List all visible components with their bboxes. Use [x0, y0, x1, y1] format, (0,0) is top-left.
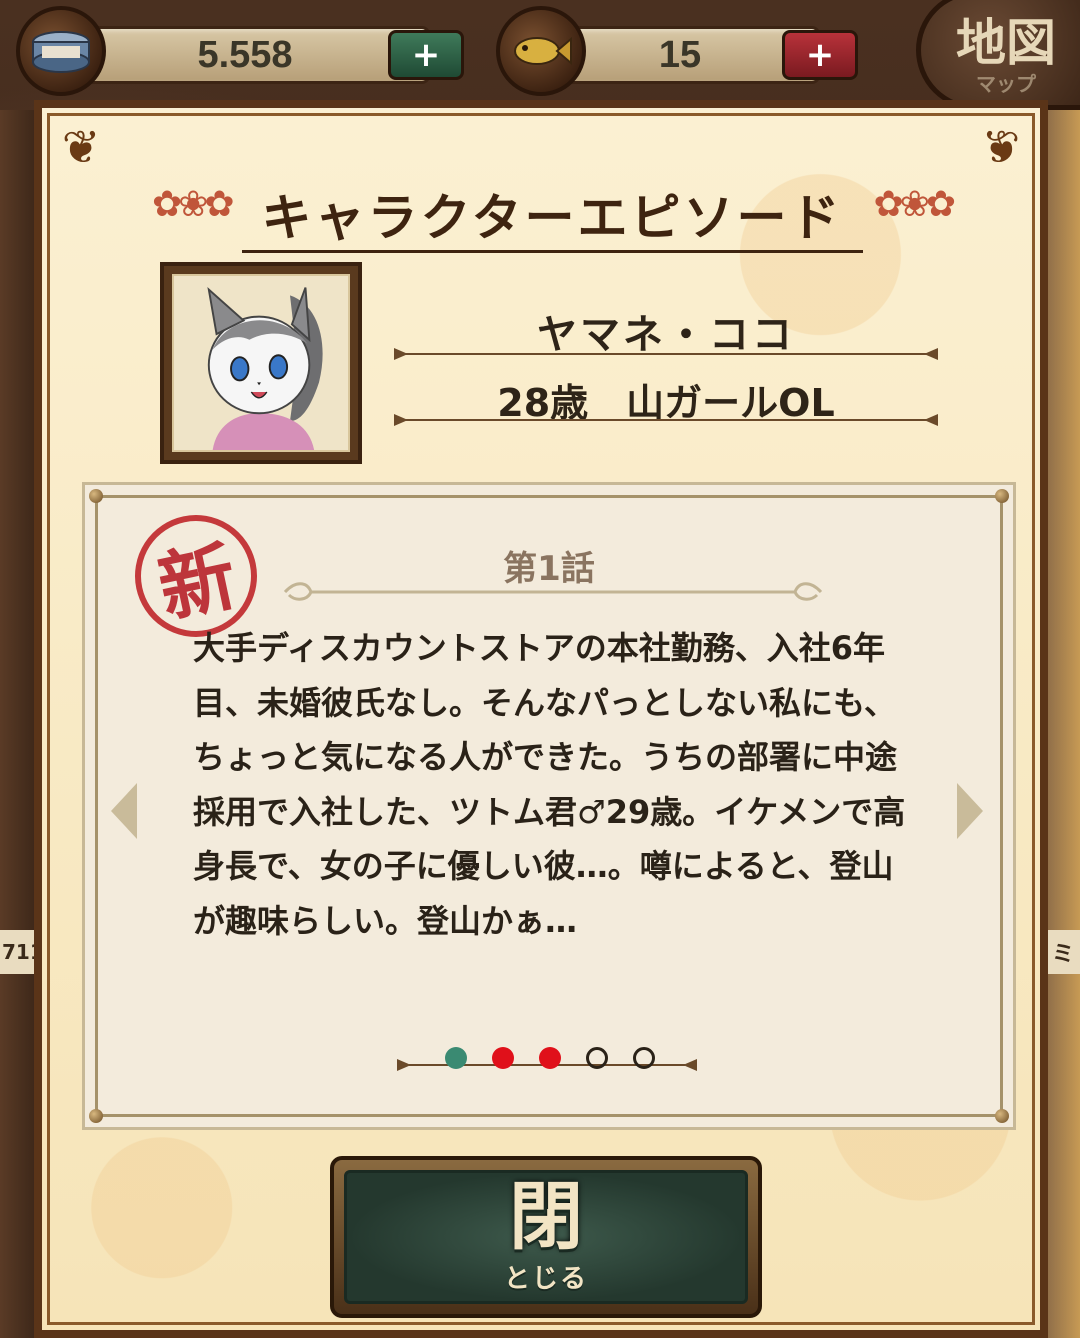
background-left-panel — [0, 110, 38, 1338]
map-button-label: 地図 — [956, 12, 1056, 72]
buy-tuna-button[interactable]: + — [388, 30, 464, 80]
previous-episode-arrow[interactable] — [111, 783, 137, 839]
background-right-label: ミ — [1044, 930, 1080, 974]
tuna-can-icon — [16, 6, 106, 96]
map-button-sublabel: マップ — [976, 71, 1036, 96]
corner-ornament-icon: ❦ — [61, 120, 101, 174]
character-portrait-frame — [160, 262, 362, 464]
character-episode-dialog: ❦ ❦ ✿❀✿ キャラクターエピソード ✿❀✿ ヤマネ・ココ 28歳 山ガールO… — [34, 100, 1048, 1338]
fish-icon — [496, 6, 586, 96]
arrow-divider — [394, 348, 938, 360]
pager-dot-1[interactable] — [445, 1047, 467, 1069]
close-button-face: 閉 とじる — [344, 1170, 748, 1304]
rivet-icon — [995, 1109, 1009, 1123]
episode-text: 大手ディスカウントストアの本社勤務、入社6年目、未婚彼氏なし。そんなパっとしない… — [193, 629, 906, 940]
character-portrait — [172, 274, 350, 452]
pager-dot-4[interactable] — [586, 1047, 608, 1069]
corner-ornament-icon: ❦ — [981, 120, 1021, 174]
dialog-header: ✿❀✿ キャラクターエピソード ✿❀✿ — [152, 170, 956, 260]
arrow-divider — [394, 414, 938, 426]
flower-ornament-icon: ✿❀✿ — [152, 184, 234, 225]
pager-dot-3[interactable] — [539, 1047, 561, 1069]
background-right-panel — [1044, 110, 1080, 1338]
episode-card: 新 第1話 大手ディスカウントストアの本社勤務、入社6年目、未婚彼氏なし。そんな… — [82, 482, 1016, 1130]
close-button[interactable]: 閉 とじる — [330, 1156, 762, 1318]
flower-ornament-icon: ✿❀✿ — [873, 184, 956, 225]
tuna-counter: 5.558 — [60, 26, 430, 84]
resource-bar: 5.558 + 15 + 地図 マップ — [0, 0, 1080, 110]
next-episode-arrow[interactable] — [957, 783, 983, 839]
map-button[interactable]: 地図 マップ — [916, 0, 1080, 110]
close-button-label: とじる — [503, 1263, 588, 1294]
rivet-icon — [995, 489, 1009, 503]
dialog-title: キャラクターエピソード — [241, 178, 863, 253]
episode-divider — [283, 582, 823, 601]
background-left-label: 711 — [0, 930, 38, 974]
tuna-count: 5.558 — [197, 33, 293, 76]
buy-fish-button[interactable]: + — [782, 30, 858, 80]
close-button-kanji: 閉 — [509, 1173, 583, 1260]
rivet-icon — [89, 1109, 103, 1123]
pager-dot-5[interactable] — [633, 1047, 655, 1069]
rivet-icon — [89, 489, 103, 503]
pager-dot-2[interactable] — [492, 1047, 514, 1069]
